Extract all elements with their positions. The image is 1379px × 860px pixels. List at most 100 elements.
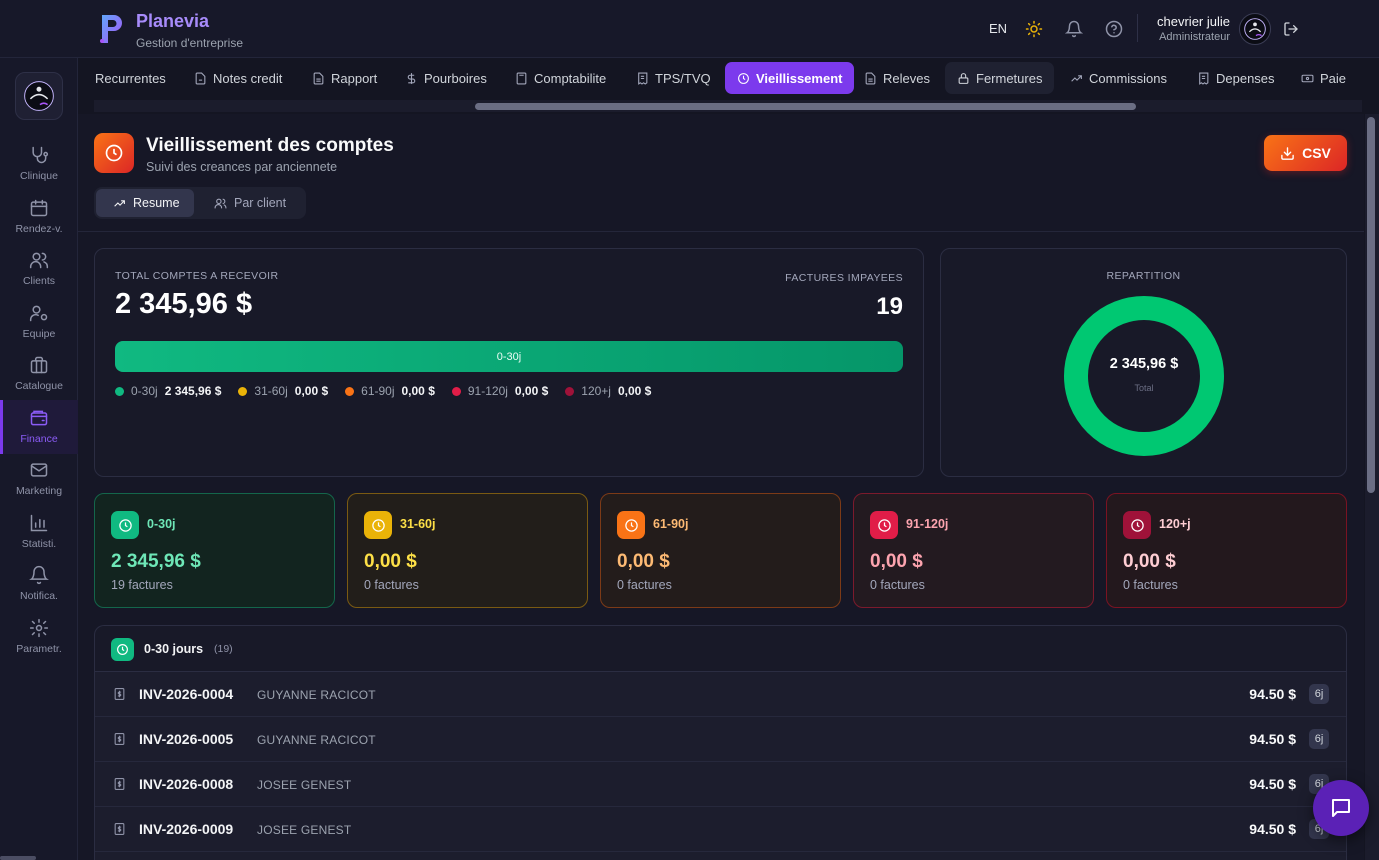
calendar-icon (30, 199, 48, 217)
file-text-icon (313, 72, 324, 84)
trending-up-icon (114, 199, 125, 207)
table-row[interactable]: INV-2026-0004 GUYANNE RACICOT 94.50 $ 6j (95, 672, 1346, 717)
sidebar-item-label: Statisti. (21, 538, 57, 550)
clock-icon (371, 518, 385, 532)
avatar[interactable] (1239, 13, 1271, 45)
legend-dot (345, 386, 355, 396)
invoice-age-badge: 6j (1309, 729, 1329, 749)
export-csv-button[interactable]: CSV (1264, 135, 1347, 171)
bell-icon (29, 565, 49, 585)
clock-icon (105, 144, 123, 162)
tab-rapport[interactable]: Rapport (312, 62, 377, 94)
user-name[interactable]: chevrier julie (1157, 14, 1230, 29)
table-row[interactable]: INV-2026-0009 JOSEE GENEST 94.50 $ 6j (95, 807, 1346, 852)
brand[interactable]: Planevia Gestion d'entreprise (96, 10, 243, 50)
view-switcher: Resume Par client (94, 187, 306, 219)
bucket-count: 0 factures (364, 578, 419, 592)
tab-tps-tvq[interactable]: TPS/TVQ (636, 62, 711, 94)
legend-dot (451, 386, 461, 396)
bucket-name: 120+j (1159, 517, 1191, 531)
sidebar-item-parametres[interactable]: Parametr. (0, 615, 78, 665)
logout-icon[interactable] (1283, 21, 1299, 37)
tab-comptabilite[interactable]: Comptabilite (515, 62, 606, 94)
chat-bubble-icon (1332, 799, 1350, 817)
header-divider (1137, 14, 1138, 42)
invoice-number[interactable]: INV-2026-0004 (139, 686, 233, 702)
tab-commissions[interactable]: Commissions (1070, 62, 1167, 94)
sidebar-item-rendez-vous[interactable]: Rendez-v. (0, 195, 78, 245)
tab-vieillissement[interactable]: Vieillissement (725, 62, 855, 94)
page-scrollbar-thumb[interactable] (1367, 117, 1375, 493)
tab-recurrentes[interactable]: Recurrentes (95, 62, 166, 94)
briefcase-icon (30, 356, 48, 374)
trending-up-icon (1071, 74, 1082, 82)
legend-item: 91-120j 0,00 $ (451, 384, 548, 398)
invoice-amount: 94.50 $ (1249, 821, 1296, 837)
tab-pourboires[interactable]: Pourboires (405, 62, 487, 94)
legend-item: 0-30j 2 345,96 $ (115, 384, 221, 398)
bucket-card-91-120j[interactable]: 91-120j 0,00 $ 0 factures (853, 493, 1094, 608)
page-title: Vieillissement des comptes (146, 135, 394, 156)
sidebar-item-clinique[interactable]: Clinique (0, 142, 78, 192)
client-name: JOSEE GENEST (257, 778, 352, 792)
client-name: JOSEE GENEST (257, 823, 352, 837)
sidebar-logo[interactable] (15, 72, 63, 120)
sidebar-item-finance[interactable]: Finance (0, 400, 78, 454)
tab-depenses[interactable]: Depenses (1197, 62, 1275, 94)
bucket-card-61-90j[interactable]: 61-90j 0,00 $ 0 factures (600, 493, 841, 608)
legend-dot (238, 386, 248, 396)
bucket-card-0-30j[interactable]: 0-30j 2 345,96 $ 19 factures (94, 493, 335, 608)
stethoscope-icon (32, 146, 49, 164)
tab-fermetures[interactable]: Fermetures (945, 62, 1055, 94)
bucket-icon (617, 511, 645, 539)
sidebar-item-equipe[interactable]: Equipe (0, 300, 78, 350)
sidebar-item-clients[interactable]: Clients (0, 247, 78, 297)
sidebar-scrollbar[interactable] (0, 856, 36, 860)
sidebar-item-label: Parametr. (16, 643, 62, 655)
sidebar-item-label: Marketing (15, 485, 63, 497)
table-row[interactable]: INV-2026-0008 JOSEE GENEST 94.50 $ 6j (95, 762, 1346, 807)
invoice-group-header[interactable]: 0-30 jours (19) (94, 625, 1347, 671)
invoice-number[interactable]: INV-2026-0009 (139, 821, 233, 837)
language-toggle[interactable]: EN (989, 21, 1007, 36)
client-name: GUYANNE RACICOT (257, 688, 376, 702)
tab-notes-credit[interactable]: Notes credit (194, 62, 282, 94)
finance-tab-bar: Recurrentes Notes credit Rapport Pourboi… (78, 58, 1379, 100)
sidebar-item-label: Clients (22, 275, 56, 287)
invoice-icon (114, 823, 125, 835)
bucket-count: 19 factures (111, 578, 173, 592)
group-count: (19) (214, 643, 233, 655)
tab-releves[interactable]: Releves (864, 62, 930, 94)
chat-button[interactable] (1313, 780, 1369, 836)
bucket-amount: 0,00 $ (364, 551, 417, 572)
bell-icon[interactable] (1065, 20, 1083, 38)
help-icon[interactable] (1105, 20, 1123, 38)
sidebar: Clinique Rendez-v. Clients Equipe Catalo… (0, 58, 78, 860)
sidebar-item-notifications[interactable]: Notifica. (0, 562, 78, 612)
sidebar-item-marketing[interactable]: Marketing (0, 457, 78, 507)
wallet-icon (30, 410, 48, 426)
view-resume-button[interactable]: Resume (96, 189, 194, 217)
sidebar-item-statistiques[interactable]: Statisti. (0, 510, 78, 560)
invoice-number[interactable]: INV-2026-0008 (139, 776, 233, 792)
invoice-age-badge: 6j (1309, 684, 1329, 704)
tab-paie[interactable]: Paie (1301, 62, 1346, 94)
tab-scrollbar-thumb[interactable] (475, 103, 1136, 110)
bucket-card-120-plus-j[interactable]: 120+j 0,00 $ 0 factures (1106, 493, 1347, 608)
sidebar-item-label: Catalogue (15, 380, 63, 392)
invoice-icon (114, 688, 125, 700)
invoice-amount: 94.50 $ (1249, 731, 1296, 747)
client-name: GUYANNE RACICOT (257, 733, 376, 747)
receipt-icon (1199, 72, 1209, 85)
clock-icon (624, 518, 638, 532)
table-row[interactable]: INV-2026-0005 GUYANNE RACICOT 94.50 $ 6j (95, 717, 1346, 762)
sun-icon[interactable] (1025, 20, 1043, 38)
view-par-client-button[interactable]: Par client (198, 189, 302, 217)
sidebar-item-catalogue[interactable]: Catalogue (0, 352, 78, 402)
invoice-number[interactable]: INV-2026-0005 (139, 731, 233, 747)
bucket-card-31-60j[interactable]: 31-60j 0,00 $ 0 factures (347, 493, 588, 608)
team-gear-icon (29, 305, 48, 322)
zen-logo-icon (1244, 18, 1266, 40)
receipt-icon (638, 72, 648, 85)
sidebar-item-label: Clinique (20, 170, 58, 182)
